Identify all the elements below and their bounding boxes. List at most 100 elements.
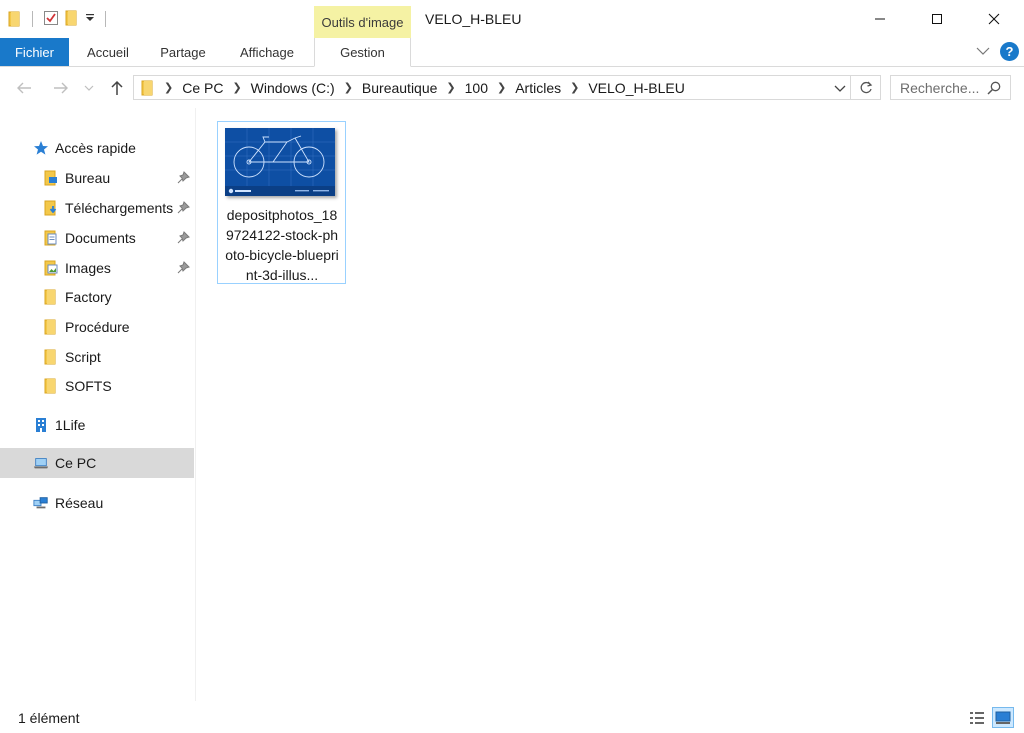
nav-item-label: Script (65, 349, 101, 365)
minimize-button[interactable] (851, 0, 908, 38)
nav-item-reseau[interactable]: Réseau (0, 488, 194, 518)
properties-checkmark-icon[interactable] (43, 10, 59, 29)
window-title: VELO_H-BLEU (425, 11, 522, 27)
tab-accueil[interactable]: Accueil (73, 38, 143, 66)
quick-access-toolbar (8, 8, 110, 30)
breadcrumb-bureautique[interactable]: Bureautique (362, 80, 438, 96)
help-button[interactable]: ? (1000, 42, 1019, 61)
refresh-button[interactable] (851, 75, 881, 100)
nav-item-bureau[interactable]: Bureau (0, 163, 194, 193)
maximize-button[interactable] (908, 0, 965, 38)
details-view-button[interactable] (966, 707, 988, 728)
pin-icon[interactable] (176, 201, 190, 215)
file-name: depositphotos_189724122-stock-photo-bicy… (225, 207, 339, 283)
refresh-icon (860, 81, 872, 93)
nav-item-acces-rapide[interactable]: Accès rapide (0, 133, 194, 163)
close-button[interactable] (965, 0, 1022, 38)
title-bar: Outils d'image VELO_H-BLEU (0, 0, 1024, 38)
recent-locations-button[interactable] (82, 77, 96, 99)
navigation-pane: Accès rapide Bureau Téléchargements Docu… (0, 108, 196, 701)
item-count: 1 élément (18, 710, 80, 726)
navigation-bar: ❯ Ce PC ❯ Windows (C:) ❯ Bureautique ❯ 1… (0, 67, 1024, 108)
file-item[interactable]: depositphotos_189724122-stock-photo-bicy… (217, 121, 346, 284)
folder-icon (43, 289, 59, 305)
breadcrumb-articles[interactable]: Articles (515, 80, 561, 96)
close-icon (988, 13, 999, 25)
chevron-right-icon[interactable]: ❯ (164, 81, 173, 94)
nav-item-1life[interactable]: 1Life (0, 410, 194, 440)
details-view-icon (970, 711, 984, 724)
building-icon (33, 417, 49, 433)
minimize-icon (874, 18, 885, 20)
back-button[interactable] (13, 77, 35, 99)
maximize-icon (931, 14, 942, 24)
nav-item-procedure[interactable]: Procédure (0, 312, 194, 342)
nav-item-ce-pc[interactable]: Ce PC (0, 448, 194, 478)
network-icon (33, 495, 49, 511)
tab-fichier[interactable]: Fichier (0, 38, 69, 66)
bicycle-blueprint-thumbnail (225, 128, 335, 196)
nav-item-script[interactable]: Script (0, 342, 194, 372)
nav-item-documents[interactable]: Documents (0, 223, 194, 253)
toolbar-separator (32, 11, 33, 27)
nav-item-softs[interactable]: SOFTS (0, 371, 194, 401)
tab-gestion[interactable]: Gestion (314, 38, 411, 67)
search-icon[interactable] (987, 81, 1001, 95)
file-list[interactable]: depositphotos_189724122-stock-photo-bicy… (197, 108, 1024, 701)
search-box[interactable] (890, 75, 1011, 100)
chevron-right-icon[interactable]: ❯ (570, 81, 579, 94)
breadcrumb-windows-c[interactable]: Windows (C:) (251, 80, 335, 96)
up-button[interactable] (106, 77, 128, 99)
forward-button[interactable] (50, 77, 72, 99)
nav-item-label: Ce PC (55, 455, 97, 471)
breadcrumb-100[interactable]: 100 (465, 80, 488, 96)
arrow-left-icon (17, 82, 31, 94)
chevron-right-icon[interactable]: ❯ (446, 81, 455, 94)
address-bar[interactable]: ❯ Ce PC ❯ Windows (C:) ❯ Bureautique ❯ 1… (133, 75, 851, 100)
address-history-button[interactable] (834, 81, 846, 93)
customize-dropdown-icon[interactable] (85, 12, 95, 27)
nav-item-factory[interactable]: Factory (0, 282, 194, 312)
folder-icon (43, 349, 59, 365)
nav-item-label: Documents (65, 230, 136, 246)
tab-affichage[interactable]: Affichage (225, 38, 309, 66)
nav-item-label: Images (65, 260, 111, 276)
folder-icon (8, 11, 22, 27)
tab-partage[interactable]: Partage (147, 38, 219, 66)
chevron-right-icon[interactable]: ❯ (497, 81, 506, 94)
pin-icon[interactable] (176, 231, 190, 245)
large-icons-view-icon (995, 711, 1011, 724)
downloads-folder-icon (43, 200, 59, 216)
chevron-right-icon[interactable]: ❯ (232, 81, 241, 94)
nav-item-images[interactable]: Images (0, 253, 194, 283)
chevron-down-icon (834, 85, 846, 92)
large-icons-view-button[interactable] (992, 707, 1014, 728)
pin-icon[interactable] (176, 261, 190, 275)
toolbar-separator (105, 11, 106, 27)
folder-icon (141, 80, 155, 96)
chevron-down-icon (84, 85, 94, 91)
expand-ribbon-button[interactable] (975, 43, 991, 59)
pictures-folder-icon (43, 260, 59, 276)
computer-icon (33, 455, 49, 471)
arrow-up-icon (111, 80, 123, 95)
nav-item-label: 1Life (55, 417, 86, 433)
chevron-right-icon[interactable]: ❯ (344, 81, 353, 94)
breadcrumb-ce-pc[interactable]: Ce PC (182, 80, 223, 96)
nav-item-label: SOFTS (65, 378, 112, 394)
context-tab-label: Outils d'image (314, 6, 411, 38)
nav-item-telechargements[interactable]: Téléchargements (0, 193, 194, 223)
search-input[interactable] (900, 79, 992, 96)
new-folder-icon[interactable] (65, 10, 79, 29)
nav-item-label: Accès rapide (55, 140, 136, 156)
documents-folder-icon (43, 230, 59, 246)
breadcrumb-velo-h-bleu[interactable]: VELO_H-BLEU (588, 80, 684, 96)
ribbon-tabs: Fichier Accueil Partage Affichage Gestio… (0, 38, 1024, 67)
folder-icon (43, 319, 59, 335)
nav-item-label: Bureau (65, 170, 111, 186)
nav-item-label: Factory (65, 289, 112, 305)
desktop-folder-icon (43, 170, 59, 186)
pin-icon[interactable] (176, 171, 190, 185)
arrow-right-icon (54, 82, 68, 94)
folder-icon (43, 378, 59, 394)
